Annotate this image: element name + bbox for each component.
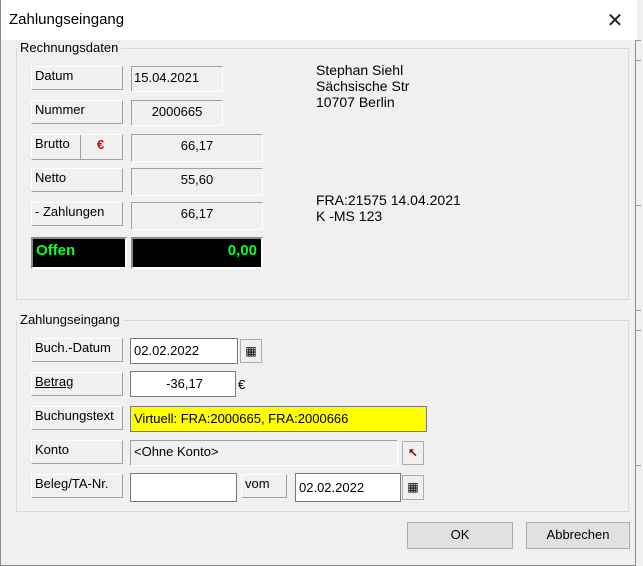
brutto-currency: € [97, 137, 105, 152]
buchungstext-label: Buchungstext [31, 406, 123, 430]
title-bar: Zahlungseingang ✕ [1, 0, 637, 40]
invoice-reference: FRA:21575 14.04.2021 K -MS 123 [316, 192, 461, 224]
konto-label: Konto [31, 440, 123, 464]
vom-label: vom [241, 474, 287, 498]
vom-input[interactable]: 02.02.2022 [295, 473, 401, 502]
nummer-label: Nummer [31, 100, 123, 124]
buchdatum-input[interactable]: 02.02.2022 [130, 338, 238, 364]
zahlungen-label: - Zahlungen [31, 202, 123, 226]
datum-value: 15.04.2021 [131, 66, 223, 92]
reference-line-1: FRA:21575 14.04.2021 [316, 192, 461, 208]
beleg-label: Beleg/TA-Nr. [31, 474, 123, 498]
buchdatum-label: Buch.-Datum [31, 338, 123, 362]
jump-arrow-icon[interactable]: ↖ [402, 441, 424, 465]
calendar-icon-vom[interactable]: ▦ [402, 475, 424, 500]
customer-name: Stephan Siehl [316, 62, 404, 78]
brutto-separator [80, 135, 81, 159]
customer-address: Stephan Siehl Sächsische Str 10707 Berli… [316, 62, 409, 110]
customer-street: Sächsische Str [316, 78, 410, 94]
ok-button[interactable]: OK [407, 522, 513, 549]
nummer-value: 2000665 [131, 100, 223, 126]
close-icon[interactable]: ✕ [598, 6, 632, 34]
offen-label: Offen [31, 237, 127, 269]
brutto-value: 66,17 [131, 134, 263, 162]
buchungstext-input[interactable]: Virtuell: FRA:2000665, FRA:2000666 [130, 406, 427, 432]
betrag-label-text: Betrag [35, 374, 74, 389]
netto-label: Netto [31, 168, 123, 192]
reference-line-2: K -MS 123 [316, 208, 383, 224]
rechnungsdaten-legend: Rechnungsdaten [17, 40, 122, 55]
brutto-label: Brutto [35, 136, 70, 151]
zahlungseingang-dialog: Zahlungseingang ✕ Rechnungsdaten Datum 1… [0, 0, 637, 566]
zahlungen-value: 66,17 [131, 202, 263, 230]
netto-value: 55,60 [131, 168, 263, 196]
window-title: Zahlungseingang [9, 11, 125, 28]
konto-value: <Ohne Konto> [130, 440, 398, 466]
betrag-input[interactable]: -36,17 [130, 371, 236, 397]
calendar-icon[interactable]: ▦ [240, 339, 262, 363]
customer-city: 10707 Berlin [316, 94, 395, 110]
datum-label: Datum [31, 66, 123, 90]
beleg-input[interactable] [130, 473, 237, 502]
brutto-label-box: Brutto [31, 134, 123, 160]
betrag-label: Betrag [31, 372, 123, 396]
betrag-currency: € [238, 377, 246, 392]
zahlungseingang-legend: Zahlungseingang [17, 312, 123, 327]
cancel-button[interactable]: Abbrechen [526, 522, 630, 549]
offen-value: 0,00 [131, 237, 263, 269]
